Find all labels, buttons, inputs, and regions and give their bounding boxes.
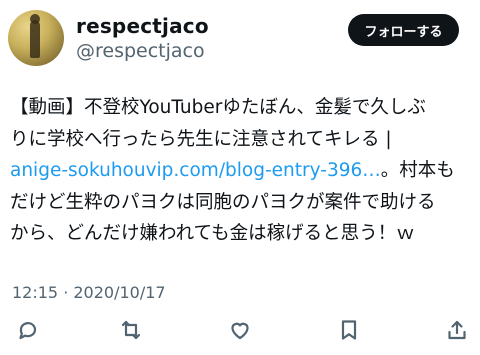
avatar[interactable] [8,10,64,66]
like-button[interactable] [226,316,254,344]
reply-icon [19,322,37,340]
reply-button[interactable] [14,316,42,344]
avatar-figure-body [30,20,40,58]
display-name[interactable]: respectjaco [76,14,209,38]
tweet-timestamp[interactable]: 12:15 · 2020/10/17 [12,283,166,302]
retweet-button[interactable] [117,316,145,344]
bookmark-button[interactable] [335,316,363,344]
tweet-line: から、どんだけ嫌われても金は稼げると思う！ｗ [10,223,415,244]
tweet-line: だけど生粋のパヨクは同胞のパヨクが案件で助ける [10,191,436,213]
tweet-line: 【動画】不登校YouTuberゆたぼん、金髪で久しぶ [10,97,426,118]
tweet-line: りに学校へ行ったら先生に注意されてキレる | [10,128,392,150]
share-icon [448,320,466,340]
retweet-icon [121,320,141,340]
share-button[interactable] [443,316,471,344]
like-icon [231,322,249,340]
tweet-line-tail: 。村本も [380,160,455,181]
tweet-text: 【動画】不登校YouTuberゆたぼん、金髪で久しぶ りに学校へ行ったら先生に注… [10,92,476,250]
user-handle[interactable]: @respectjaco [76,40,205,62]
bookmark-icon [341,320,357,340]
tweet-link[interactable]: anige-sokuhouvip.com/blog-entry-396… [10,160,381,181]
action-bar [0,316,480,346]
follow-button[interactable]: フォローする [348,14,459,46]
tweet-line: anige-sokuhouvip.com/blog-entry-396…。村本も [10,155,476,187]
